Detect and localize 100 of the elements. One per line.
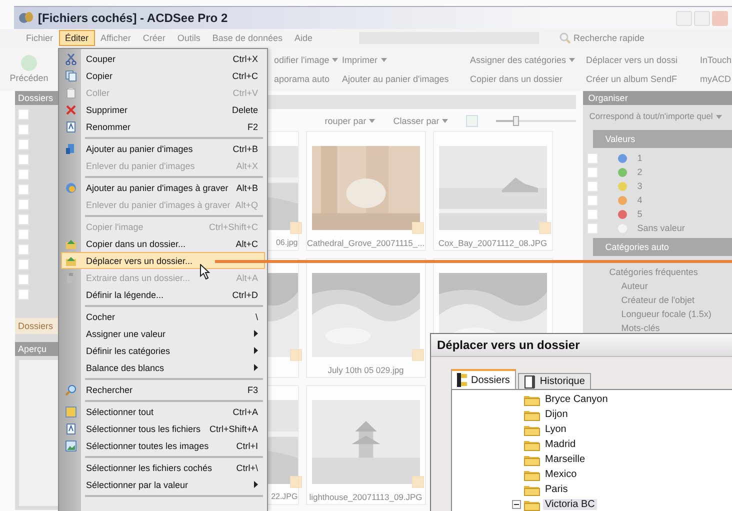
rating-label[interactable]: 4 bbox=[637, 195, 642, 205]
checkbox[interactable] bbox=[412, 222, 424, 234]
toolbar-button[interactable]: Assigner des catégories bbox=[470, 54, 586, 64]
checkbox[interactable] bbox=[18, 289, 29, 300]
menu-item[interactable]: Ajouter au panier d'images à graver Alt+B bbox=[61, 179, 265, 196]
quick-search-button[interactable]: Recherche rapide bbox=[574, 33, 645, 43]
checkbox[interactable] bbox=[18, 139, 29, 150]
menu-bar-item[interactable]: Fichier bbox=[20, 30, 60, 46]
toolbar-button[interactable]: InTouch bbox=[700, 54, 732, 64]
checkbox[interactable] bbox=[587, 152, 598, 164]
checkbox[interactable] bbox=[587, 208, 598, 220]
checkbox[interactable] bbox=[587, 222, 598, 234]
section-header[interactable]: Catégories auto bbox=[593, 238, 732, 256]
tab[interactable]: Dossiers bbox=[451, 369, 516, 389]
thumbnail[interactable]: Cathedral_Grove_20071115_... bbox=[306, 131, 426, 251]
menu-item[interactable]: Définir la légende... Ctrl+D bbox=[61, 286, 265, 303]
menu-bar-item[interactable]: Base de données bbox=[206, 30, 288, 46]
checkbox[interactable] bbox=[18, 124, 29, 135]
menu-item[interactable]: Assigner une valeur bbox=[61, 325, 265, 342]
checkbox[interactable] bbox=[18, 154, 29, 165]
menu-item[interactable]: Couper Ctrl+X bbox=[61, 50, 265, 67]
checkbox[interactable] bbox=[18, 229, 29, 240]
checkbox[interactable] bbox=[290, 476, 302, 488]
menu-item[interactable]: Sélectionner par la valeur bbox=[61, 476, 265, 493]
tab[interactable]: Historique bbox=[518, 373, 591, 389]
checkbox[interactable] bbox=[18, 169, 29, 180]
checkbox[interactable] bbox=[18, 214, 29, 225]
rating-label[interactable]: 5 bbox=[637, 209, 642, 219]
tree-item[interactable]: Marseille bbox=[543, 454, 588, 465]
checkbox[interactable] bbox=[18, 274, 29, 285]
checkbox[interactable] bbox=[18, 184, 29, 195]
checkbox[interactable] bbox=[587, 166, 598, 178]
checkbox[interactable] bbox=[587, 194, 598, 206]
close-button[interactable] bbox=[712, 10, 728, 26]
menu-item[interactable]: Renommer F2 bbox=[61, 118, 265, 135]
checkbox[interactable] bbox=[18, 109, 29, 120]
tree-item[interactable]: Victoria BC bbox=[543, 499, 597, 510]
category-item[interactable]: Catégories fréquentes bbox=[609, 267, 698, 277]
tree-item[interactable]: Bryce Canyon bbox=[543, 394, 610, 405]
section-header[interactable]: Valeurs bbox=[593, 130, 732, 148]
maximize-button[interactable] bbox=[694, 10, 710, 26]
menu-item[interactable]: Sélectionner tous les fichiers Ctrl+Shift+A bbox=[61, 420, 265, 437]
match-dropdown[interactable]: Correspond à tout/n'importe quel bbox=[583, 105, 732, 127]
minimize-button[interactable] bbox=[676, 10, 692, 26]
back-button[interactable]: Précéden bbox=[0, 47, 58, 91]
menu-item[interactable]: Rechercher F3 bbox=[61, 381, 265, 398]
toolbar-button[interactable]: aporama auto bbox=[274, 74, 342, 84]
thumbnail[interactable]: lighthouse_20071113_09.JPG bbox=[306, 385, 426, 505]
rating-label[interactable]: 3 bbox=[637, 181, 642, 191]
tree-item[interactable]: Dijon bbox=[543, 409, 570, 420]
tree-item[interactable]: Lyon bbox=[543, 424, 568, 435]
rating-label[interactable]: 2 bbox=[637, 167, 642, 177]
rating-label[interactable]: 1 bbox=[637, 153, 642, 163]
thumbnail[interactable]: July 10th 05 029.jpg bbox=[306, 258, 426, 378]
menu-bar-item[interactable]: Créer bbox=[136, 30, 172, 46]
checkbox[interactable] bbox=[412, 349, 424, 361]
menu-item[interactable]: Sélectionner toutes les images Ctrl+I bbox=[61, 437, 265, 454]
checkbox[interactable] bbox=[290, 349, 302, 361]
toolbar-button[interactable]: Copier dans un dossier bbox=[470, 74, 586, 84]
rating-label[interactable]: Sans valeur bbox=[637, 223, 685, 233]
menu-bar-item[interactable]: Éditer bbox=[59, 30, 95, 46]
menu-bar-item[interactable]: Aide bbox=[288, 30, 318, 46]
menu-bar-item[interactable]: Outils bbox=[171, 30, 206, 46]
tree-item[interactable]: Paris bbox=[543, 484, 570, 495]
toolbar-button[interactable]: Ajouter au panier d'images bbox=[342, 74, 470, 84]
submenu-arrow-icon bbox=[254, 330, 258, 337]
menu-bar-item[interactable]: Afficher bbox=[94, 30, 137, 46]
checkbox[interactable] bbox=[538, 222, 551, 234]
toolbar-button[interactable]: Imprimer bbox=[342, 54, 470, 64]
checkbox[interactable] bbox=[412, 476, 424, 488]
menu-item[interactable]: Ajouter au panier d'images Ctrl+B bbox=[61, 140, 265, 157]
checkbox[interactable] bbox=[290, 222, 302, 234]
menu-item[interactable]: Déplacer vers un dossier... bbox=[61, 252, 265, 269]
category-item[interactable]: Mots-clés bbox=[621, 323, 660, 333]
menu-item[interactable]: Balance des blancs bbox=[61, 359, 265, 376]
checkbox[interactable] bbox=[18, 244, 29, 255]
menu-item[interactable]: Cocher \ bbox=[61, 308, 265, 325]
category-item[interactable]: Auteur bbox=[621, 281, 648, 291]
toolbar-button[interactable]: Créer un album SendF bbox=[586, 74, 700, 84]
checkbox[interactable] bbox=[18, 199, 29, 210]
checkbox[interactable] bbox=[18, 259, 29, 270]
collapse-icon[interactable] bbox=[512, 500, 521, 509]
menu-item[interactable]: Sélectionner les fichiers cochés Ctrl+\ bbox=[61, 459, 265, 476]
checkbox[interactable] bbox=[587, 180, 598, 192]
menu-item[interactable]: Copier Ctrl+C bbox=[61, 67, 265, 84]
category-item[interactable]: Longueur focale (1.5x) bbox=[621, 309, 712, 319]
menu-item[interactable]: Sélectionner tout Ctrl+A bbox=[61, 403, 265, 420]
caret-icon bbox=[569, 58, 576, 62]
menu-item[interactable]: Copier dans un dossier... Alt+C bbox=[61, 235, 265, 252]
checkbox-icon[interactable] bbox=[466, 115, 478, 127]
category-item[interactable]: Créateur de l'objet bbox=[621, 295, 695, 305]
slider-thumb[interactable] bbox=[513, 116, 520, 126]
toolbar-button[interactable]: myACD bbox=[700, 74, 732, 84]
sort-by-button[interactable]: Classer par bbox=[393, 116, 448, 126]
tree-item[interactable]: Madrid bbox=[543, 439, 578, 450]
toolbar-button[interactable]: Déplacer vers un dossi bbox=[586, 54, 700, 64]
group-by-button[interactable]: rouper par bbox=[324, 116, 376, 126]
toolbar-button[interactable]: odifier l'image bbox=[274, 54, 342, 64]
tree-item[interactable]: Mexico bbox=[543, 469, 579, 480]
thumbnail[interactable]: Cox_Bay_20071112_08.JPG bbox=[432, 131, 553, 251]
